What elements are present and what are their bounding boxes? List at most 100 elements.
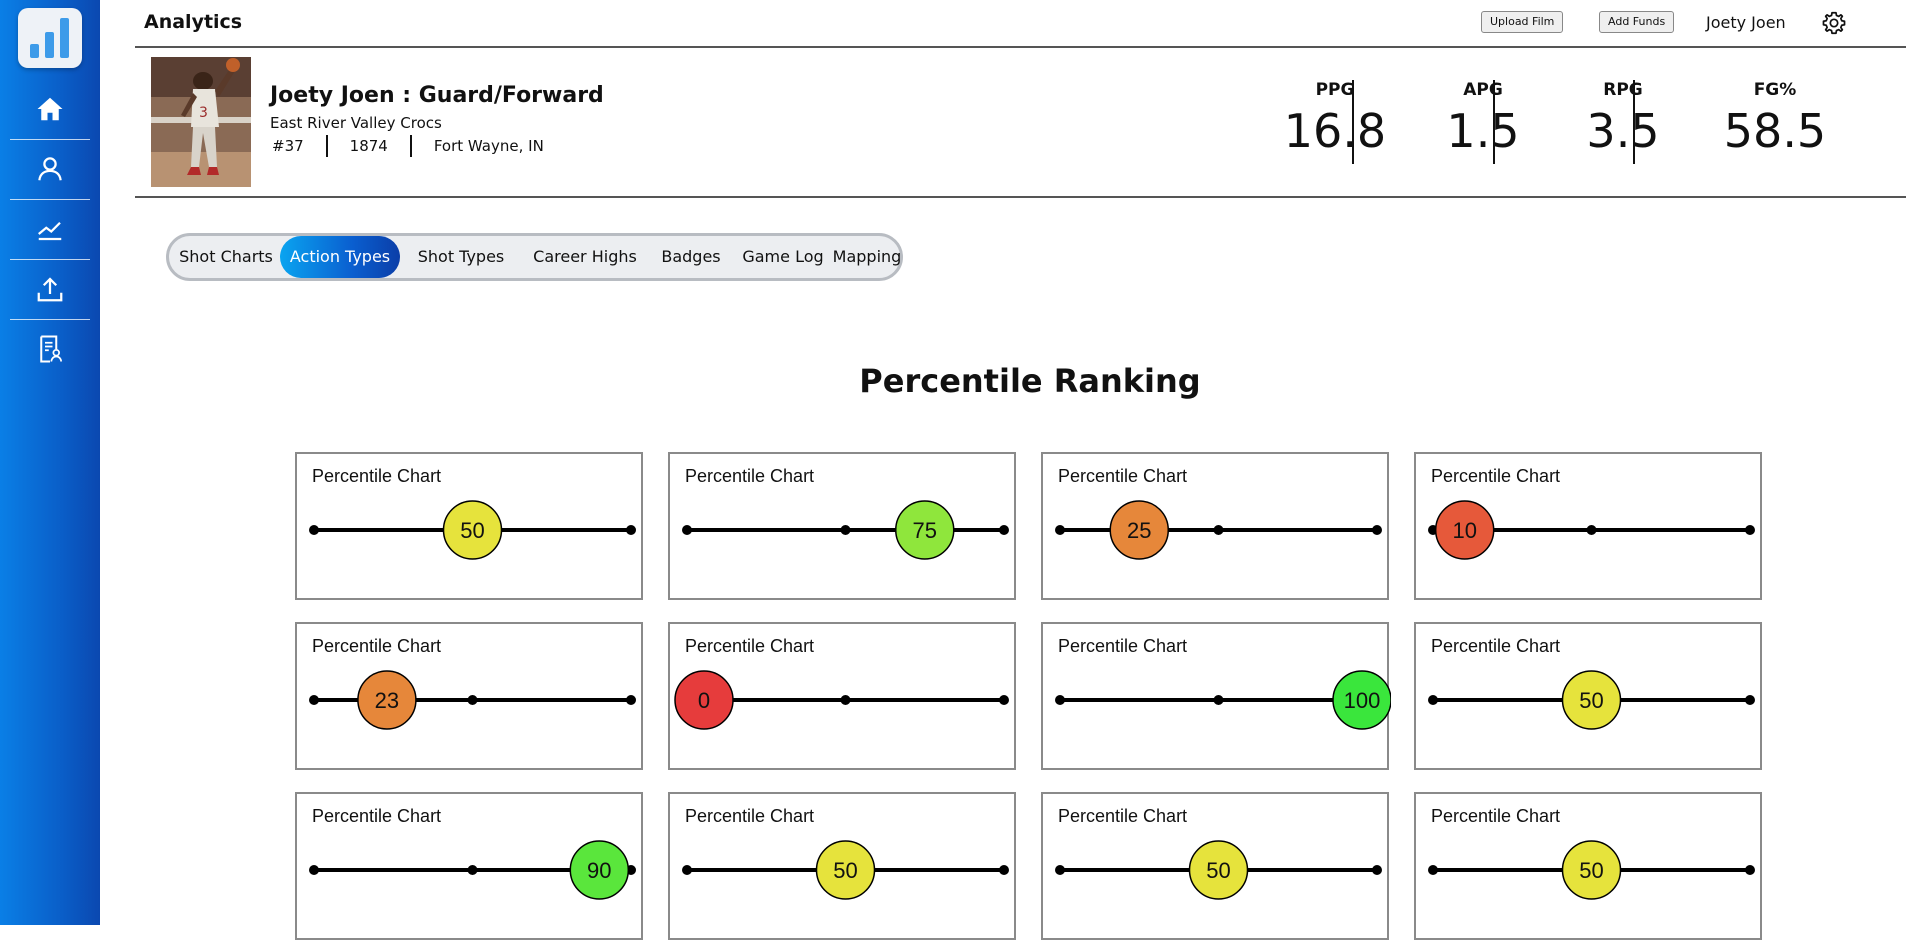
percentile-slider: 50 [1055,840,1382,900]
percentile-card: Percentile Chart 0 [668,622,1016,770]
tab-shot-types[interactable]: Shot Types [402,236,520,278]
sidebar [0,0,100,925]
tab-mapping[interactable]: Mapping [832,236,902,278]
player-id: 1874 [325,135,410,157]
section-title: Percentile Ranking [859,362,1201,400]
percentile-value: 0 [698,688,710,713]
top-bar: Analytics Upload Film Add Funds Joety Jo… [135,0,1906,48]
add-funds-button[interactable]: Add Funds [1599,11,1675,33]
player-header: 3 Joety Joen : Guard/Forward East River … [135,48,1906,198]
percentile-value: 50 [1206,858,1230,883]
player-name: Joety Joen : Guard/Forward [270,83,604,108]
username[interactable]: Joety Joen [1706,13,1786,32]
track-dot [467,865,478,875]
track-dot [999,865,1009,875]
track-dot [309,695,319,705]
tab-action-types[interactable]: Action Types [280,236,400,278]
stat-value: 58.5 [1723,104,1827,158]
tab-badges[interactable]: Badges [648,236,734,278]
bar-chart-logo-icon [30,18,69,58]
track-dot [1055,865,1065,875]
stat-apg: APG 1.5 [1413,80,1553,158]
percentile-value: 75 [913,518,937,543]
upload-icon [37,277,63,302]
percentile-slider: 75 [682,500,1009,560]
track-dot [1213,525,1224,535]
track-dot [626,695,636,705]
track-dot [1055,695,1065,705]
percentile-value: 50 [460,518,484,543]
track-dot [682,525,692,535]
percentile-value: 50 [833,858,857,883]
track-dot [1213,695,1224,705]
stat-value: 3.5 [1586,104,1660,158]
sidebar-item-profile[interactable] [0,140,100,198]
percentile-card: Percentile Chart 50 [668,792,1016,940]
track-dot [1055,525,1065,535]
percentile-card: Percentile Chart 25 [1041,452,1389,600]
percentile-value: 25 [1127,518,1151,543]
percentile-slider: 50 [1428,670,1755,730]
percentile-card: Percentile Chart 10 [1414,452,1762,600]
sidebar-item-home[interactable] [0,80,100,138]
percentile-slider: 25 [1055,500,1382,560]
percentile-slider: 50 [682,840,1009,900]
tab-bar: Shot Charts Action Types Shot Types Care… [166,233,903,281]
track-dot [999,695,1009,705]
tab-shot-charts[interactable]: Shot Charts [169,236,283,278]
stat-value: 1.5 [1446,104,1520,158]
track-dot [999,525,1009,535]
percentile-slider: 100 [1055,670,1391,730]
track-dot [1745,525,1755,535]
percentile-value: 90 [587,858,611,883]
stat-label: APG [1463,80,1503,100]
page-title: Analytics [144,11,243,33]
percentile-slider: 23 [309,670,636,730]
percentile-value: 100 [1344,688,1381,713]
upload-film-button[interactable]: Upload Film [1481,11,1564,33]
tab-career-highs[interactable]: Career Highs [523,236,647,278]
stat-label: FG% [1753,80,1797,100]
percentile-slider: 50 [309,500,636,560]
percentile-value: 50 [1579,858,1603,883]
track-dot [1428,865,1438,875]
player-meta: #37 1874 Fort Wayne, IN [272,135,566,157]
player-team: East River Valley Crocs [270,114,442,132]
track-dot [626,525,636,535]
stat-value: 16.8 [1283,104,1387,158]
player-location: Fort Wayne, IN [409,135,566,157]
percentile-slider: 90 [309,840,636,900]
percentile-card: Percentile Chart 50 [1414,622,1762,770]
track-dot [682,865,692,875]
track-dot [840,695,851,705]
percentile-card: Percentile Chart 100 [1041,622,1391,770]
track-dot [1745,695,1755,705]
percentile-slider: 0 [674,670,1009,730]
stat-label: PPG [1315,80,1355,100]
track-dot [1745,865,1755,875]
player-number: #37 [272,137,304,155]
percentile-card: Percentile Chart 50 [1414,792,1762,940]
percentile-slider: 10 [1428,500,1755,560]
sidebar-item-analytics[interactable] [0,200,100,258]
line-chart-icon [38,221,62,241]
track-dot [309,865,319,875]
app-logo[interactable] [18,8,82,68]
stat-fg-percent: FG% 58.5 [1705,80,1845,158]
stat-ppg: PPG 16.8 [1265,80,1405,158]
sidebar-item-upload[interactable] [0,260,100,318]
home-icon [37,97,63,121]
track-dot [840,525,851,535]
percentile-value: 23 [375,688,399,713]
track-dot [1372,865,1382,875]
percentile-value: 50 [1579,688,1603,713]
percentile-card: Percentile Chart 23 [295,622,643,770]
player-photo: 3 [151,57,251,187]
percentile-value: 10 [1452,518,1476,543]
stat-rpg: RPG 3.5 [1553,80,1693,158]
track-dot [1586,525,1597,535]
report-icon [40,335,63,363]
user-icon [38,157,62,181]
tab-game-log[interactable]: Game Log [734,236,832,278]
gear-icon[interactable] [1821,10,1847,36]
